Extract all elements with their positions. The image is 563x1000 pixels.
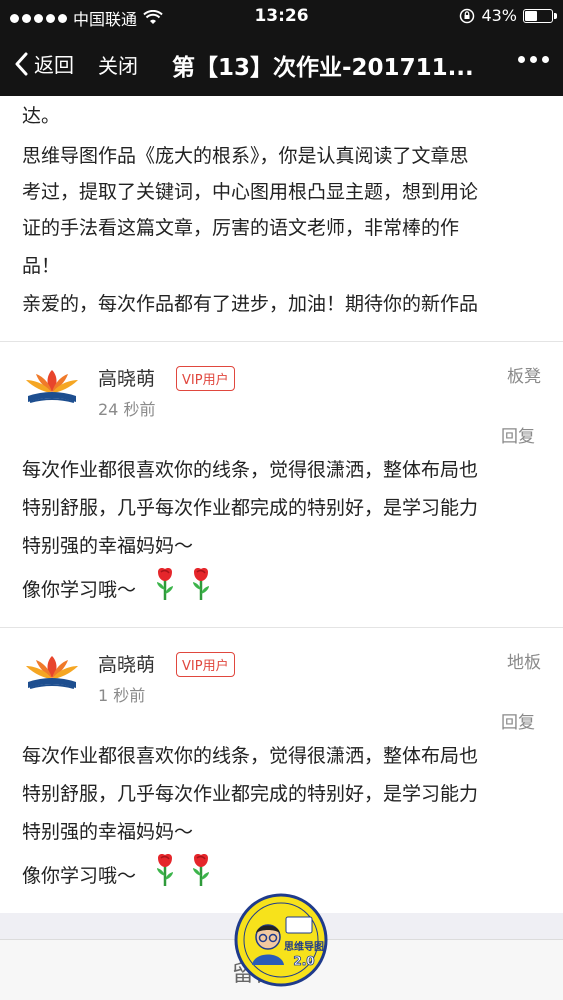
- logo-badge-icon[interactable]: 思维导图 2.0: [234, 893, 328, 987]
- chevron-left-icon: [15, 52, 28, 75]
- comment-time: 1 秒前: [98, 686, 146, 705]
- post-line: 达。: [22, 105, 61, 127]
- badge-text: 思维导图: [284, 940, 324, 953]
- post-line: 证的手法看这篇文章，厉害的语文老师，非常棒的作: [22, 217, 460, 239]
- vip-badge: VIP用户: [176, 652, 235, 677]
- content-area[interactable]: 达。 思维导图作品《庞大的根系》，你是认真阅读了文章思 考过，提取了关键词，中心…: [0, 96, 563, 913]
- rose-icon: [157, 854, 173, 886]
- rose-icon: [157, 568, 173, 600]
- reply-button[interactable]: 回复: [501, 422, 535, 447]
- post-line: 亲爱的，每次作品都有了进步，加油！期待你的新作品: [22, 293, 479, 315]
- back-label: 返回: [34, 53, 74, 77]
- comment-item: 高晓萌 VIP用户 1 秒前 地板 回复 每次作业都很喜欢你的线条，觉得很潇洒，…: [0, 627, 563, 913]
- comment-line: 特别强的幸福妈妈～: [22, 535, 194, 557]
- comment-line: 特别舒服，几乎每次作业都完成的特别好，是学习能力: [22, 783, 479, 805]
- floor-label: 地板: [507, 653, 541, 673]
- battery-fill: [525, 10, 538, 21]
- floor-label: 板凳: [507, 367, 541, 387]
- status-right: 43%: [459, 6, 557, 25]
- status-bar: 中国联通 13:26 43%: [0, 0, 563, 34]
- reply-button[interactable]: 回复: [501, 708, 535, 733]
- badge-version: 2.0: [293, 954, 314, 968]
- comment-item: 高晓萌 VIP用户 24 秒前 板凳 回复 每次作业都很喜欢你的线条，觉得很潇洒…: [0, 341, 563, 627]
- comment-line: 特别舒服，几乎每次作业都完成的特别好，是学习能力: [22, 497, 479, 519]
- comment-line: 像你学习哦～: [22, 579, 137, 601]
- avatar: [26, 370, 78, 403]
- more-options-icon[interactable]: [518, 56, 549, 63]
- comment-author[interactable]: 高晓萌: [98, 364, 155, 391]
- page-title: 第【13】次作业-201711...: [172, 55, 474, 81]
- battery-icon: [523, 8, 557, 23]
- comment-line: 每次作业都很喜欢你的线条，觉得很潇洒，整体布局也: [22, 459, 479, 481]
- comment-line: 像你学习哦～: [22, 865, 137, 887]
- close-button[interactable]: 关闭: [98, 50, 138, 79]
- post-line: 思维导图作品《庞大的根系》，你是认真阅读了文章思: [22, 145, 469, 167]
- battery-percent: 43%: [481, 6, 517, 25]
- orientation-lock-icon: [460, 8, 475, 23]
- comment-author[interactable]: 高晓萌: [98, 650, 155, 677]
- rose-icon: [193, 568, 209, 600]
- avatar: [26, 656, 78, 689]
- back-button[interactable]: 返回: [14, 49, 74, 78]
- comment-line: 每次作业都很喜欢你的线条，觉得很潇洒，整体布局也: [22, 745, 479, 767]
- comment-time: 24 秒前: [98, 400, 156, 419]
- nav-bar: 返回 关闭 第【13】次作业-201711...: [0, 34, 563, 96]
- comment-line: 特别强的幸福妈妈～: [22, 821, 194, 843]
- vip-badge: VIP用户: [176, 366, 235, 391]
- rose-icon: [193, 854, 209, 886]
- post-line: 品！: [22, 255, 61, 277]
- post-line: 考过，提取了关键词，中心图用根凸显主题，想到用论: [22, 181, 479, 203]
